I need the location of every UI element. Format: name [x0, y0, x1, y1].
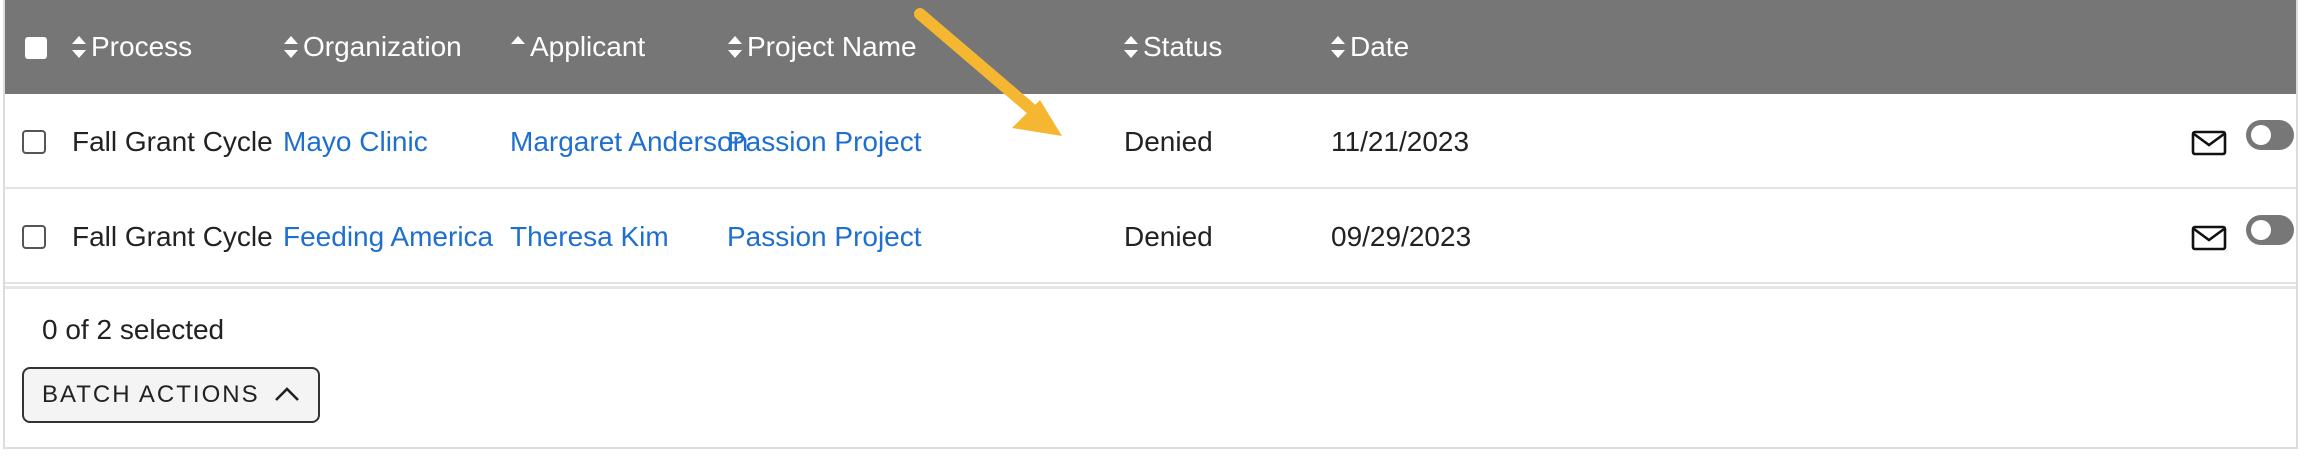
cell-status: Denied [1124, 220, 1213, 252]
batch-actions-button[interactable]: BATCH ACTIONS [22, 367, 320, 423]
cell-applicant-link[interactable]: Margaret Anderson [510, 94, 748, 189]
column-label: Organization [303, 31, 462, 62]
sort-icon [727, 33, 743, 61]
column-header-project-name[interactable]: Project Name [727, 0, 917, 94]
mail-icon[interactable] [2191, 124, 2227, 160]
row-toggle-switch[interactable] [2246, 120, 2294, 150]
sort-icon [71, 33, 87, 61]
sort-icon [283, 33, 299, 61]
batch-actions-label: BATCH ACTIONS [42, 381, 260, 408]
select-all-checkbox[interactable] [25, 37, 47, 59]
cell-project-name-link[interactable]: Passion Project [727, 189, 922, 284]
row-toggle-switch[interactable] [2246, 215, 2294, 245]
toggle-knob [2251, 220, 2271, 240]
row-checkbox[interactable] [22, 225, 46, 249]
selected-count-text: 0 of 2 selected [42, 314, 225, 345]
table-row: Fall Grant Cycle Mayo Clinic Margaret An… [5, 94, 2296, 189]
table-header: Process Organization Applicant Project N… [5, 0, 2296, 94]
column-header-process[interactable]: Process [71, 0, 192, 94]
column-label: Status [1143, 31, 1223, 62]
sort-icon [1330, 33, 1346, 61]
cell-project-name-link[interactable]: Passion Project [727, 94, 922, 189]
column-label: Process [91, 31, 193, 62]
cell-organization-link[interactable]: Feeding America [283, 189, 493, 284]
cell-process: Fall Grant Cycle [72, 220, 273, 252]
cell-date: 09/29/2023 [1331, 220, 1472, 252]
cell-organization-link[interactable]: Mayo Clinic [283, 94, 428, 189]
cell-date: 11/21/2023 [1331, 125, 1470, 157]
row-checkbox[interactable] [22, 130, 46, 154]
cell-process: Fall Grant Cycle [72, 125, 273, 157]
mail-icon[interactable] [2191, 219, 2227, 255]
column-header-status[interactable]: Status [1123, 0, 1222, 94]
column-header-applicant[interactable]: Applicant [510, 0, 645, 94]
column-header-organization[interactable]: Organization [283, 0, 462, 94]
cell-applicant-link[interactable]: Theresa Kim [510, 189, 669, 284]
table-row: Fall Grant Cycle Feeding America Theresa… [5, 189, 2296, 284]
sort-asc-icon [510, 33, 526, 61]
cell-status: Denied [1124, 125, 1213, 157]
footer-divider [5, 286, 2296, 289]
chevron-up-icon [275, 387, 299, 401]
applications-table: Process Organization Applicant Project N… [3, 0, 2298, 449]
column-label: Date [1350, 31, 1410, 62]
column-header-date[interactable]: Date [1330, 0, 1409, 94]
column-label: Project Name [747, 31, 917, 62]
column-label: Applicant [530, 31, 646, 62]
toggle-knob [2251, 125, 2271, 145]
sort-icon [1123, 33, 1139, 61]
